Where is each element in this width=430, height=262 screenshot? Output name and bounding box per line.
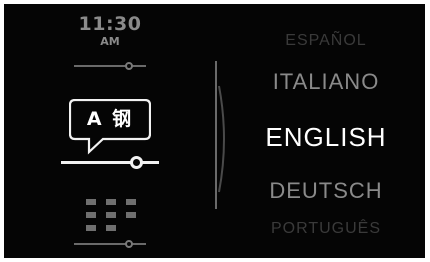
grid-dot <box>106 199 116 205</box>
language-option-selected[interactable]: ENGLISH <box>236 124 416 150</box>
column-divider <box>215 61 217 209</box>
app-grid-icon[interactable] <box>86 199 142 233</box>
language-icon-label: A 钢 <box>86 108 134 130</box>
grid-dot <box>86 225 96 231</box>
clock-slider-knob[interactable] <box>125 62 133 70</box>
language-option[interactable]: DEUTSCH <box>236 180 416 202</box>
grid-dot <box>86 212 96 218</box>
grid-dot <box>106 225 116 231</box>
language-slider-track <box>61 161 159 164</box>
clock: 11:30 AM <box>70 13 150 48</box>
language-option[interactable]: ITALIANO <box>236 71 416 93</box>
language-option[interactable]: PORTUGUÊS <box>236 221 416 237</box>
clock-ampm: AM <box>100 35 120 48</box>
language-menu-item[interactable]: A 钢 <box>69 99 151 155</box>
clock-slider-track <box>74 65 146 67</box>
device-screen: 11:30 AM A 钢 ESPAÑOL ITALIANO ENGLISH DE… <box>4 4 425 258</box>
grid-dot <box>126 212 136 218</box>
clock-time: 11:30 <box>78 13 142 35</box>
apps-slider-track <box>74 243 146 245</box>
language-slider-knob[interactable] <box>130 156 143 169</box>
page: 11:30 AM A 钢 ESPAÑOL ITALIANO ENGLISH DE… <box>0 0 430 262</box>
grid-dot <box>86 199 96 205</box>
grid-dot <box>126 199 136 205</box>
grid-dot <box>106 212 116 218</box>
language-option[interactable]: ESPAÑOL <box>236 33 416 49</box>
apps-slider-knob[interactable] <box>125 240 133 248</box>
wheel-arc-indicator <box>218 85 225 193</box>
